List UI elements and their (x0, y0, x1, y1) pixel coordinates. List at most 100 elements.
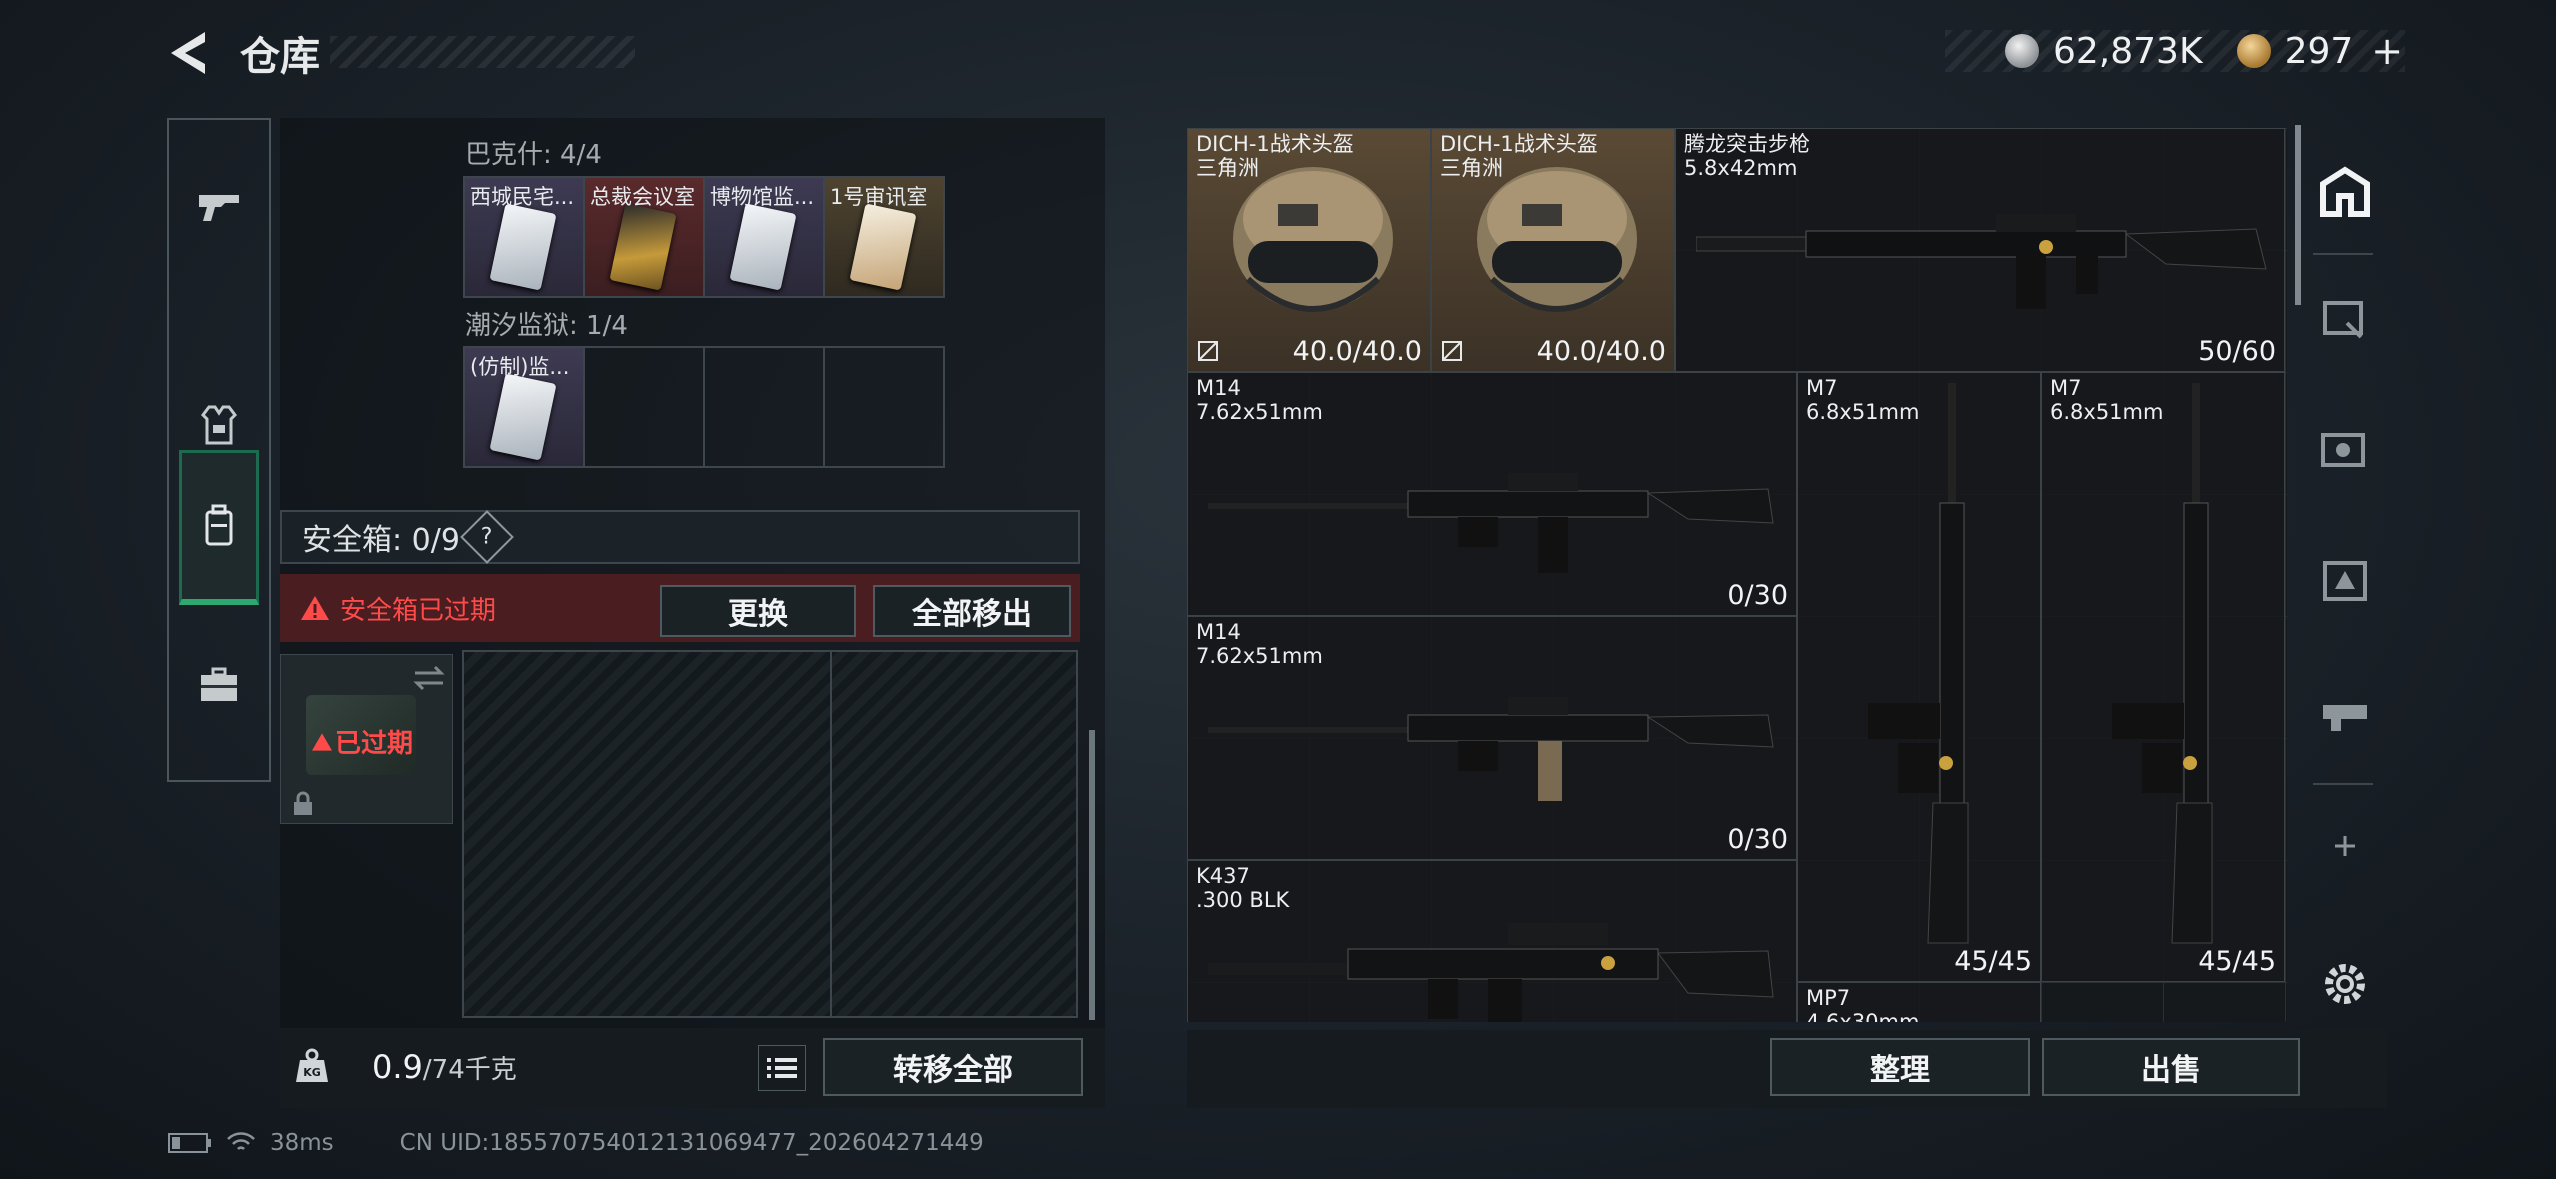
tier-iii-weapon-filter-icon[interactable] (2317, 683, 2373, 739)
sort-button[interactable]: 整理 (1770, 1038, 2030, 1096)
item-name: DICH-1战术头盔 (1440, 132, 1598, 156)
keycard-icon (609, 203, 677, 291)
pistol-icon (199, 195, 239, 221)
stash-item-rifle[interactable]: M14 7.62x51mm 0/30 (1187, 372, 1797, 616)
scrollbar[interactable] (2295, 125, 2301, 305)
item-ammo: 0/30 (1727, 824, 1788, 855)
item-ammo: 45/45 (2198, 946, 2276, 977)
weight-capacity: /74千克 (422, 1055, 517, 1085)
empty-slot[interactable] (584, 347, 704, 467)
nav-item-backpack[interactable] (179, 450, 259, 605)
expired-warning-text: 安全箱已过期 (340, 595, 497, 626)
title-decoration (330, 36, 635, 68)
transfer-all-button[interactable]: 转移全部 (823, 1038, 1083, 1096)
rifle-image (2112, 383, 2213, 944)
rifle-image (1208, 473, 1774, 573)
stash-item-rifle[interactable]: M7 6.8x51mm 45/45 (2041, 372, 2285, 982)
item-sub: 三角洲 (1440, 156, 1503, 180)
item-name: M14 (1196, 620, 1241, 644)
keycard-slot[interactable]: 总裁会议室 (584, 177, 704, 297)
stash-item-smg[interactable]: MP7 4.6x30mm (1797, 982, 2041, 1022)
item-sub: 5.8x42mm (1684, 156, 1798, 180)
keycard-icon (489, 373, 557, 461)
keycard-grid: (仿制)监... (463, 346, 945, 468)
safe-box-label: 安全箱: 0/9 (302, 523, 460, 558)
add-filter-icon[interactable] (2317, 818, 2373, 874)
toolbox-icon (201, 667, 237, 701)
armor-vest-icon (201, 405, 237, 445)
status-footer: 38ms CN UID:18557075401213106947​7_20260… (168, 1130, 984, 1156)
page-title: 仓库 (240, 34, 320, 80)
warning-icon (312, 732, 332, 751)
stash-item-helmet[interactable]: DICH-1战术头盔 三角洲 40.0/40.0 (1431, 128, 1675, 372)
item-name: 腾龙突击步枪 (1684, 132, 1810, 156)
divider (2313, 783, 2373, 785)
item-name: MP7 (1806, 986, 1851, 1010)
keycard-icon (489, 203, 557, 291)
grid-line (830, 652, 832, 1016)
remove-all-button[interactable]: 全部移出 (873, 585, 1071, 637)
item-sub: .300 BLK (1196, 888, 1290, 912)
sell-button[interactable]: 出售 (2042, 1038, 2300, 1096)
scrollbar[interactable] (1089, 730, 1095, 1020)
item-name: M7 (2050, 376, 2082, 400)
stash-item-rifle[interactable]: M14 7.62x51mm 0/30 (1187, 616, 1797, 860)
silver-currency-amount: 62,873K (2053, 30, 2203, 72)
item-ammo: 50/60 (2198, 336, 2276, 367)
stash-filter-nav (2303, 118, 2383, 1018)
currency-bar: 62,873K 297 + (1945, 29, 2405, 73)
keycard-slot[interactable]: 西城民宅... (464, 177, 584, 297)
expired-badge: 已过期 (311, 723, 413, 760)
rifle-image (1868, 383, 1969, 944)
tier-iii-filter-icon[interactable] (2317, 293, 2373, 349)
rifle-image (1208, 697, 1774, 801)
stash-item-rifle[interactable]: M7 6.8x51mm 45/45 (1797, 372, 2041, 982)
weight-current: 0.9 (372, 1048, 423, 1086)
keycard-slot[interactable]: (仿制)监... (464, 347, 584, 467)
settings-icon[interactable] (2317, 956, 2373, 1012)
item-sub: 6.8x51mm (1806, 400, 1920, 424)
stash-item-rifle[interactable]: 腾龙突击步枪 5.8x42mm 50/60 (1675, 128, 2285, 372)
nav-item-toolbox[interactable] (179, 630, 259, 740)
item-ammo: 0/30 (1727, 580, 1788, 611)
all-items-icon[interactable] (2317, 164, 2373, 220)
keycard-group-label: 巴克什: 4/4 (465, 140, 602, 170)
ping-value: 38ms (270, 1130, 334, 1156)
tier-v-filter-icon[interactable] (2317, 423, 2373, 479)
nav-item-weapons[interactable] (179, 150, 259, 260)
empty-slot[interactable] (704, 347, 824, 467)
safe-box-item[interactable]: 已过期 (280, 654, 453, 824)
item-name: K437 (1196, 864, 1250, 888)
item-name: DICH-1战术头盔 (1196, 132, 1354, 156)
safe-box-grid[interactable] (462, 650, 1078, 1018)
silver-coin-icon (2005, 34, 2039, 68)
backpack-icon (205, 504, 233, 546)
stash-item-helmet[interactable]: DICH-1战术头盔 三角洲 40.0/40.0 (1187, 128, 1431, 372)
list-icon (767, 1058, 797, 1078)
empty-slot[interactable] (824, 347, 944, 467)
keycard-icon (849, 203, 917, 291)
battery-icon (168, 1133, 211, 1153)
help-icon[interactable]: ? (460, 510, 514, 564)
keycard-icon (729, 203, 797, 291)
item-sub: 7.62x51mm (1196, 400, 1323, 424)
uid-text: CN UID:18557075401213106947​7_2026042714… (399, 1130, 984, 1156)
list-view-button[interactable] (758, 1045, 806, 1091)
keycard-slot[interactable]: 博物馆监... (704, 177, 824, 297)
replace-button[interactable]: 更换 (660, 585, 856, 637)
add-currency-button[interactable]: + (2371, 29, 2403, 73)
keycard-slot[interactable]: 1号审讯室 (824, 177, 944, 297)
item-name: M7 (1806, 376, 1838, 400)
tier-iii-armor-filter-icon[interactable] (2317, 553, 2373, 609)
gold-coin-icon (2236, 34, 2271, 68)
repair-icon (1442, 341, 1462, 361)
keycard-group-label: 潮汐监狱: 1/4 (465, 311, 628, 341)
rifle-image (1208, 923, 1774, 1022)
stash-item-rifle[interactable]: K437.300 BLK (1187, 860, 1797, 1022)
rifle-image (1696, 214, 2267, 309)
item-sub: 7.62x51mm (1196, 644, 1323, 668)
repair-icon (1198, 341, 1218, 361)
back-arrow-icon[interactable] (165, 28, 213, 78)
item-durability: 40.0/40.0 (1536, 336, 1666, 367)
item-durability: 40.0/40.0 (1292, 336, 1422, 367)
